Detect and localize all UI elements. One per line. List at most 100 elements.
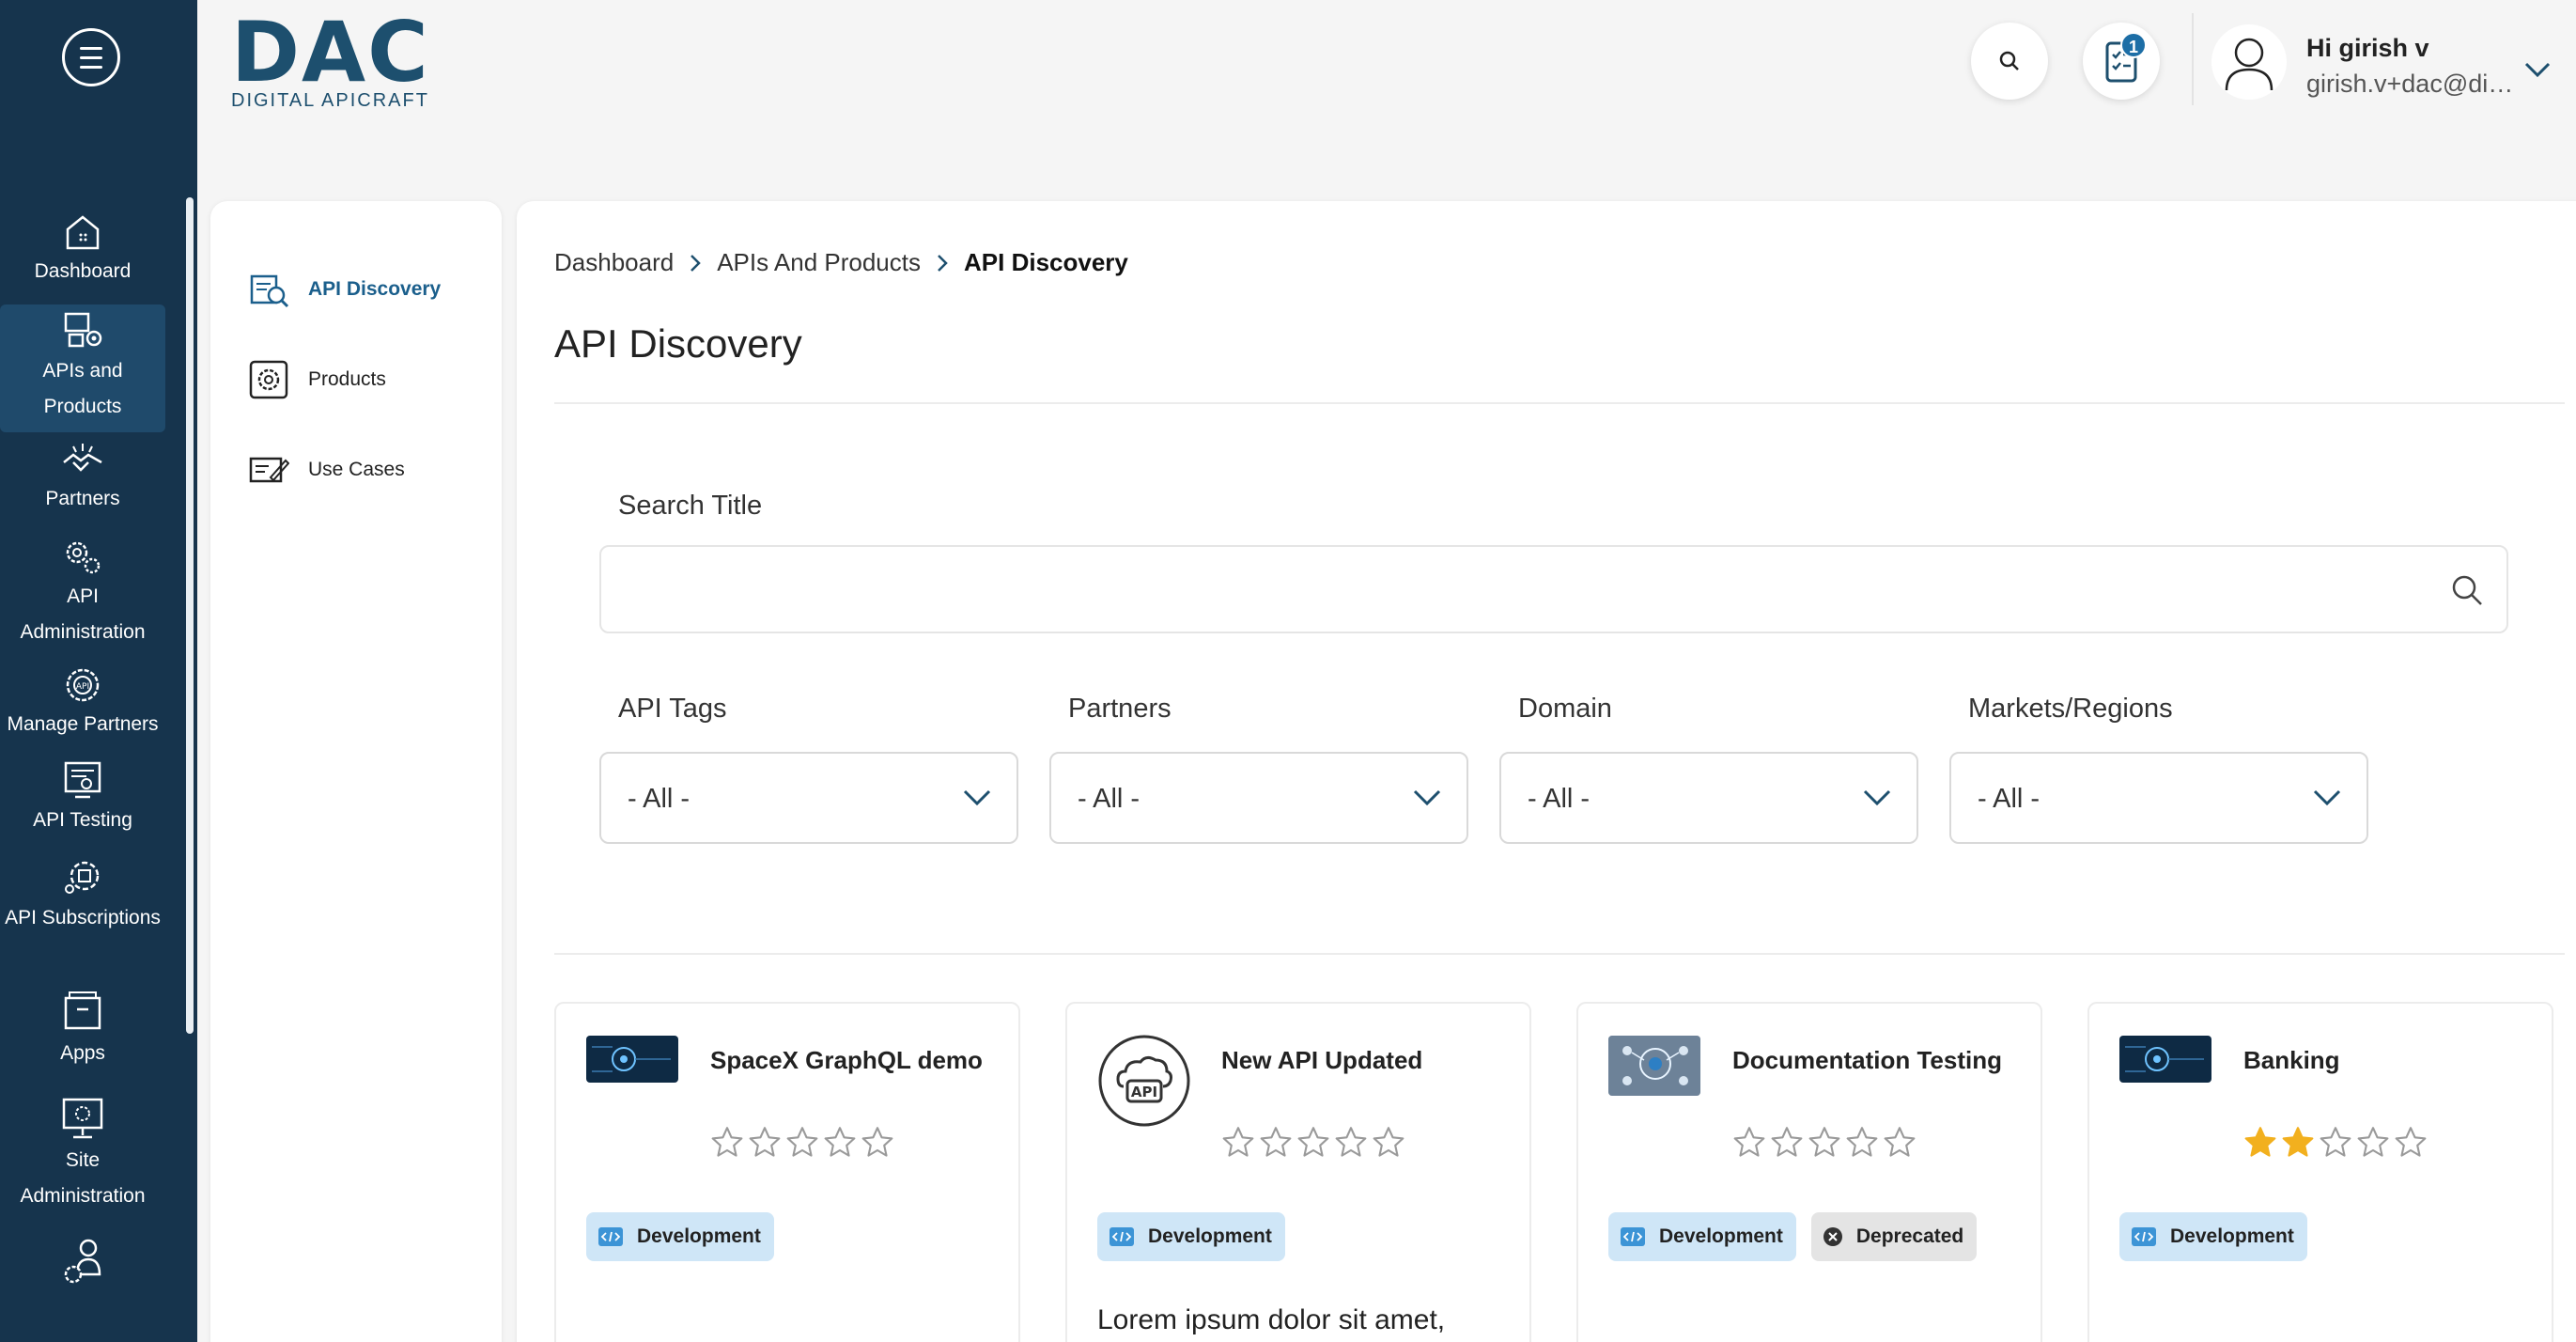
subnav-item-label: Products (308, 368, 386, 390)
status-badge-development: Development (1097, 1212, 1285, 1261)
star-empty-icon[interactable] (1883, 1126, 1916, 1158)
nav-item-label: Dashboard (34, 260, 132, 282)
divider (554, 402, 2565, 404)
rating-stars[interactable] (2243, 1126, 2428, 1158)
api-card-title[interactable]: New API Updated (1221, 1041, 1503, 1079)
search-icon[interactable] (2450, 573, 2484, 607)
breadcrumb: Dashboard APIs And Products API Discover… (554, 248, 1128, 277)
filter-label-domain: Domain (1518, 694, 1612, 724)
code-icon (598, 1227, 623, 1246)
star-empty-icon[interactable] (1259, 1126, 1293, 1158)
user-avatar[interactable] (2211, 24, 2287, 100)
left-navigation: Dashboard APIs and Products Partners API… (0, 0, 197, 1342)
star-empty-icon[interactable] (1221, 1126, 1255, 1158)
nav-item-dashboard[interactable]: Dashboard (0, 212, 165, 289)
api-thumbnail: API (1097, 1034, 1191, 1128)
dac-logo[interactable]: DAC DIGITAL APICRAFT (231, 11, 430, 112)
star-empty-icon[interactable] (2356, 1126, 2390, 1158)
api-card[interactable]: API New API Updated Development Lorem ip… (1065, 1002, 1531, 1342)
user-menu-chevron[interactable] (2523, 60, 2552, 84)
gears-icon (66, 541, 101, 574)
api-card-title[interactable]: SpaceX GraphQL demo (710, 1041, 992, 1079)
code-icon (2132, 1227, 2156, 1246)
user-email: girish.v+dac@digitalapicraft.com (2306, 70, 2527, 98)
nav-item-partners[interactable]: Partners (0, 442, 165, 517)
page-title: API Discovery (554, 321, 802, 366)
star-filled-icon[interactable] (2281, 1126, 2315, 1158)
header-search-button[interactable] (1971, 23, 2048, 100)
subscriptions-icon (65, 861, 100, 894)
circuit-image (2119, 1036, 2211, 1083)
filter-value: - All - (1528, 784, 1591, 814)
nav-item-api-administration[interactable]: API Administration (0, 538, 165, 650)
nav-item-api-subscriptions[interactable]: API Subscriptions (0, 857, 165, 936)
api-card-tags: Development (2119, 1212, 2307, 1261)
nav-item-api-testing[interactable]: API Testing (0, 759, 165, 838)
star-empty-icon[interactable] (1296, 1126, 1330, 1158)
close-circle-icon (1823, 1227, 1842, 1246)
breadcrumb-apis-and-products[interactable]: APIs And Products (717, 248, 921, 277)
filter-select-domain[interactable]: - All - (1499, 752, 1918, 844)
breadcrumb-dashboard[interactable]: Dashboard (554, 248, 674, 277)
star-empty-icon[interactable] (710, 1126, 744, 1158)
star-empty-icon[interactable] (823, 1126, 857, 1158)
api-card[interactable]: Banking Development (2087, 1002, 2553, 1342)
tasks-notification-button[interactable]: 1 (2083, 23, 2160, 100)
nav-item-site-administration[interactable]: Site Administration (0, 1096, 165, 1214)
api-thumbnail (586, 1036, 678, 1083)
menu-toggle-button[interactable] (62, 28, 120, 86)
api-card[interactable]: SpaceX GraphQL demo Development (554, 1002, 1020, 1342)
api-card[interactable]: Documentation Testing Development Deprec… (1576, 1002, 2042, 1342)
nav-item-manage-partners[interactable]: API Manage Partners (0, 665, 165, 742)
circuit-image (586, 1036, 678, 1083)
nav-item-label: API Testing (33, 809, 132, 831)
nav-item-apps[interactable]: Apps (0, 989, 165, 1071)
rating-stars[interactable] (1221, 1126, 1405, 1158)
star-empty-icon[interactable] (785, 1126, 819, 1158)
nav-item-label: Apps (60, 1042, 105, 1064)
api-card-title[interactable]: Banking (2243, 1041, 2525, 1079)
star-empty-icon[interactable] (1770, 1126, 1804, 1158)
nav-item-label: API Subscriptions (5, 907, 161, 928)
star-empty-icon[interactable] (1845, 1126, 1879, 1158)
star-empty-icon[interactable] (2319, 1126, 2352, 1158)
chevron-right-icon (691, 254, 701, 272)
apps-icon (64, 991, 101, 1030)
subnav-item-label: Use Cases (308, 459, 405, 480)
star-empty-icon[interactable] (1334, 1126, 1368, 1158)
filter-select-partners[interactable]: - All - (1049, 752, 1468, 844)
api-thumbnail (1608, 1036, 1700, 1096)
main-content-panel: Dashboard APIs And Products API Discover… (517, 201, 2576, 1342)
search-title-input[interactable] (620, 547, 2405, 632)
subnav-item-use-cases[interactable]: Use Cases (248, 449, 405, 491)
star-filled-icon[interactable] (2243, 1126, 2277, 1158)
status-badge-development: Development (2119, 1212, 2307, 1261)
search-title-field[interactable] (599, 545, 2508, 633)
star-empty-icon[interactable] (1372, 1126, 1405, 1158)
rating-stars[interactable] (1732, 1126, 1916, 1158)
star-empty-icon[interactable] (1732, 1126, 1766, 1158)
api-card-description: Lorem ipsum dolor sit amet, (1097, 1304, 1446, 1335)
nav-item-apis-and-products[interactable]: APIs and Products (0, 304, 165, 432)
filter-value: - All - (1078, 784, 1141, 814)
api-cloud-icon: API (1098, 1035, 1190, 1127)
filter-select-markets-regions[interactable]: - All - (1949, 752, 2368, 844)
star-empty-icon[interactable] (861, 1126, 894, 1158)
nav-item-label: Site Administration (20, 1149, 146, 1207)
nav-scrollbar[interactable] (186, 197, 194, 1034)
use-cases-icon (249, 457, 289, 483)
subnav-item-products[interactable]: Products (248, 359, 386, 400)
star-empty-icon[interactable] (2394, 1126, 2428, 1158)
chevron-right-icon (938, 254, 948, 272)
filter-label-api-tags: API Tags (618, 694, 727, 724)
filter-label-partners: Partners (1068, 694, 1172, 724)
checklist-icon (2105, 41, 2137, 83)
star-empty-icon[interactable] (748, 1126, 782, 1158)
rating-stars[interactable] (710, 1126, 894, 1158)
subnav-item-api-discovery[interactable]: API Discovery (248, 269, 441, 310)
api-card-title[interactable]: Documentation Testing (1732, 1041, 2014, 1079)
filter-select-api-tags[interactable]: - All - (599, 752, 1018, 844)
star-empty-icon[interactable] (1808, 1126, 1841, 1158)
filter-value: - All - (628, 784, 691, 814)
nav-item-user-admin[interactable] (0, 1237, 165, 1291)
